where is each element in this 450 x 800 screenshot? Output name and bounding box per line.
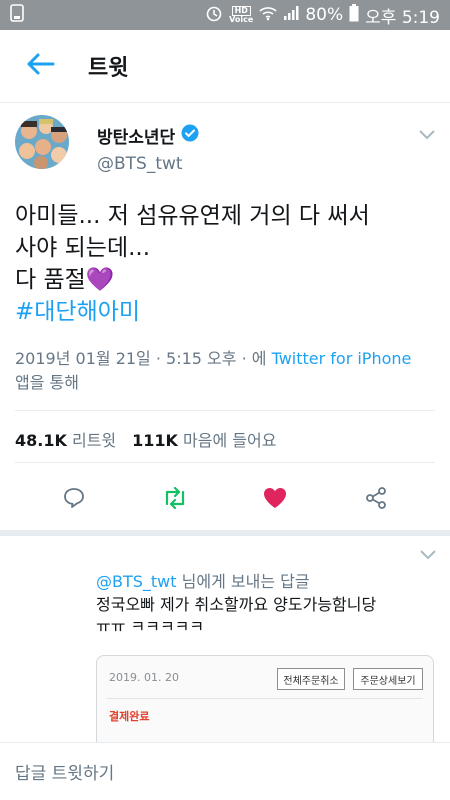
timestamp: 2019년 01월 21일 · 5:15 오후 · 에 <box>15 349 267 368</box>
tweet-text: 아미들... 저 섬유유연제 거의 다 써서 사야 되는데... 다 품절💜 #… <box>15 200 435 328</box>
clock: 오후 5:19 <box>365 7 440 28</box>
avatar[interactable] <box>15 115 69 169</box>
page-title: 트윗 <box>88 56 129 81</box>
display-name[interactable]: 방탄소년단 <box>97 123 175 148</box>
wifi-icon <box>259 5 277 26</box>
tweet-text-line: 사야 되는데... <box>15 235 151 261</box>
tweet-actions <box>0 475 450 521</box>
tweet-text-line: 다 품절💜 <box>15 267 115 293</box>
hd-voice-indicator: HD Voice <box>229 6 254 24</box>
reply-context: @BTS_twt 님에게 보내는 답글 <box>96 572 310 591</box>
reply-compose-placeholder: 답글 트윗하기 <box>15 764 115 784</box>
retweet-icon[interactable] <box>160 483 190 513</box>
reply-compose-bar[interactable]: 답글 트윗하기 <box>0 742 450 800</box>
hashtag-link[interactable]: #대단해아미 <box>15 296 435 328</box>
order-date: 2019. 01. 20 <box>109 671 179 684</box>
client-suffix: 앱을 통해 <box>15 373 79 392</box>
section-divider <box>0 530 450 536</box>
reply-icon[interactable] <box>59 483 89 513</box>
share-icon[interactable] <box>361 483 391 513</box>
divider <box>107 698 423 699</box>
back-arrow-icon <box>25 52 55 80</box>
verified-badge-icon <box>181 124 199 147</box>
tweet-author: 방탄소년단 @BTS_twt <box>15 115 435 185</box>
retweets-stat[interactable]: 48.1K 리트윗 <box>15 427 116 451</box>
cancel-all-button: 전체주문취소 <box>277 668 345 690</box>
likes-stat[interactable]: 111K 마음에 들어요 <box>132 427 276 451</box>
signal-icon <box>283 5 299 26</box>
alarm-icon <box>205 4 223 27</box>
app-bar: 트윗 <box>0 30 450 103</box>
status-bar: HD Voice 80% 오후 5:19 <box>0 0 450 30</box>
divider <box>15 410 435 411</box>
battery-percent: 80% <box>305 5 344 25</box>
payment-status: 결제완료 <box>109 710 150 723</box>
reply-image[interactable]: 2019. 01. 20 전체주문취소 주문상세보기 결제완료 <box>96 655 434 755</box>
client-link[interactable]: Twitter for iPhone <box>272 349 412 368</box>
divider <box>15 462 435 463</box>
tweet-meta: 2019년 01월 21일 · 5:15 오후 · 에 Twitter for … <box>15 347 440 395</box>
handle[interactable]: @BTS_twt <box>97 154 199 174</box>
order-details-button: 주문상세보기 <box>353 668 423 690</box>
heart-icon[interactable] <box>260 483 290 513</box>
chevron-down-icon[interactable] <box>420 545 436 564</box>
reply-text: 정국오빠 제가 취소할까요 양도가능함니당 ㅠㅠ ㅋㅋㅋㅋㅋ <box>96 595 377 636</box>
battery-icon <box>349 3 359 27</box>
mention-link[interactable]: @BTS_twt <box>96 572 177 591</box>
notification-icon <box>10 3 24 27</box>
chevron-down-icon[interactable] <box>419 125 435 144</box>
tweet-text-line: 아미들... 저 섬유유연제 거의 다 써서 <box>15 203 370 229</box>
tweet-stats: 48.1K 리트윗 111K 마음에 들어요 <box>15 427 276 451</box>
back-button[interactable] <box>0 30 80 103</box>
